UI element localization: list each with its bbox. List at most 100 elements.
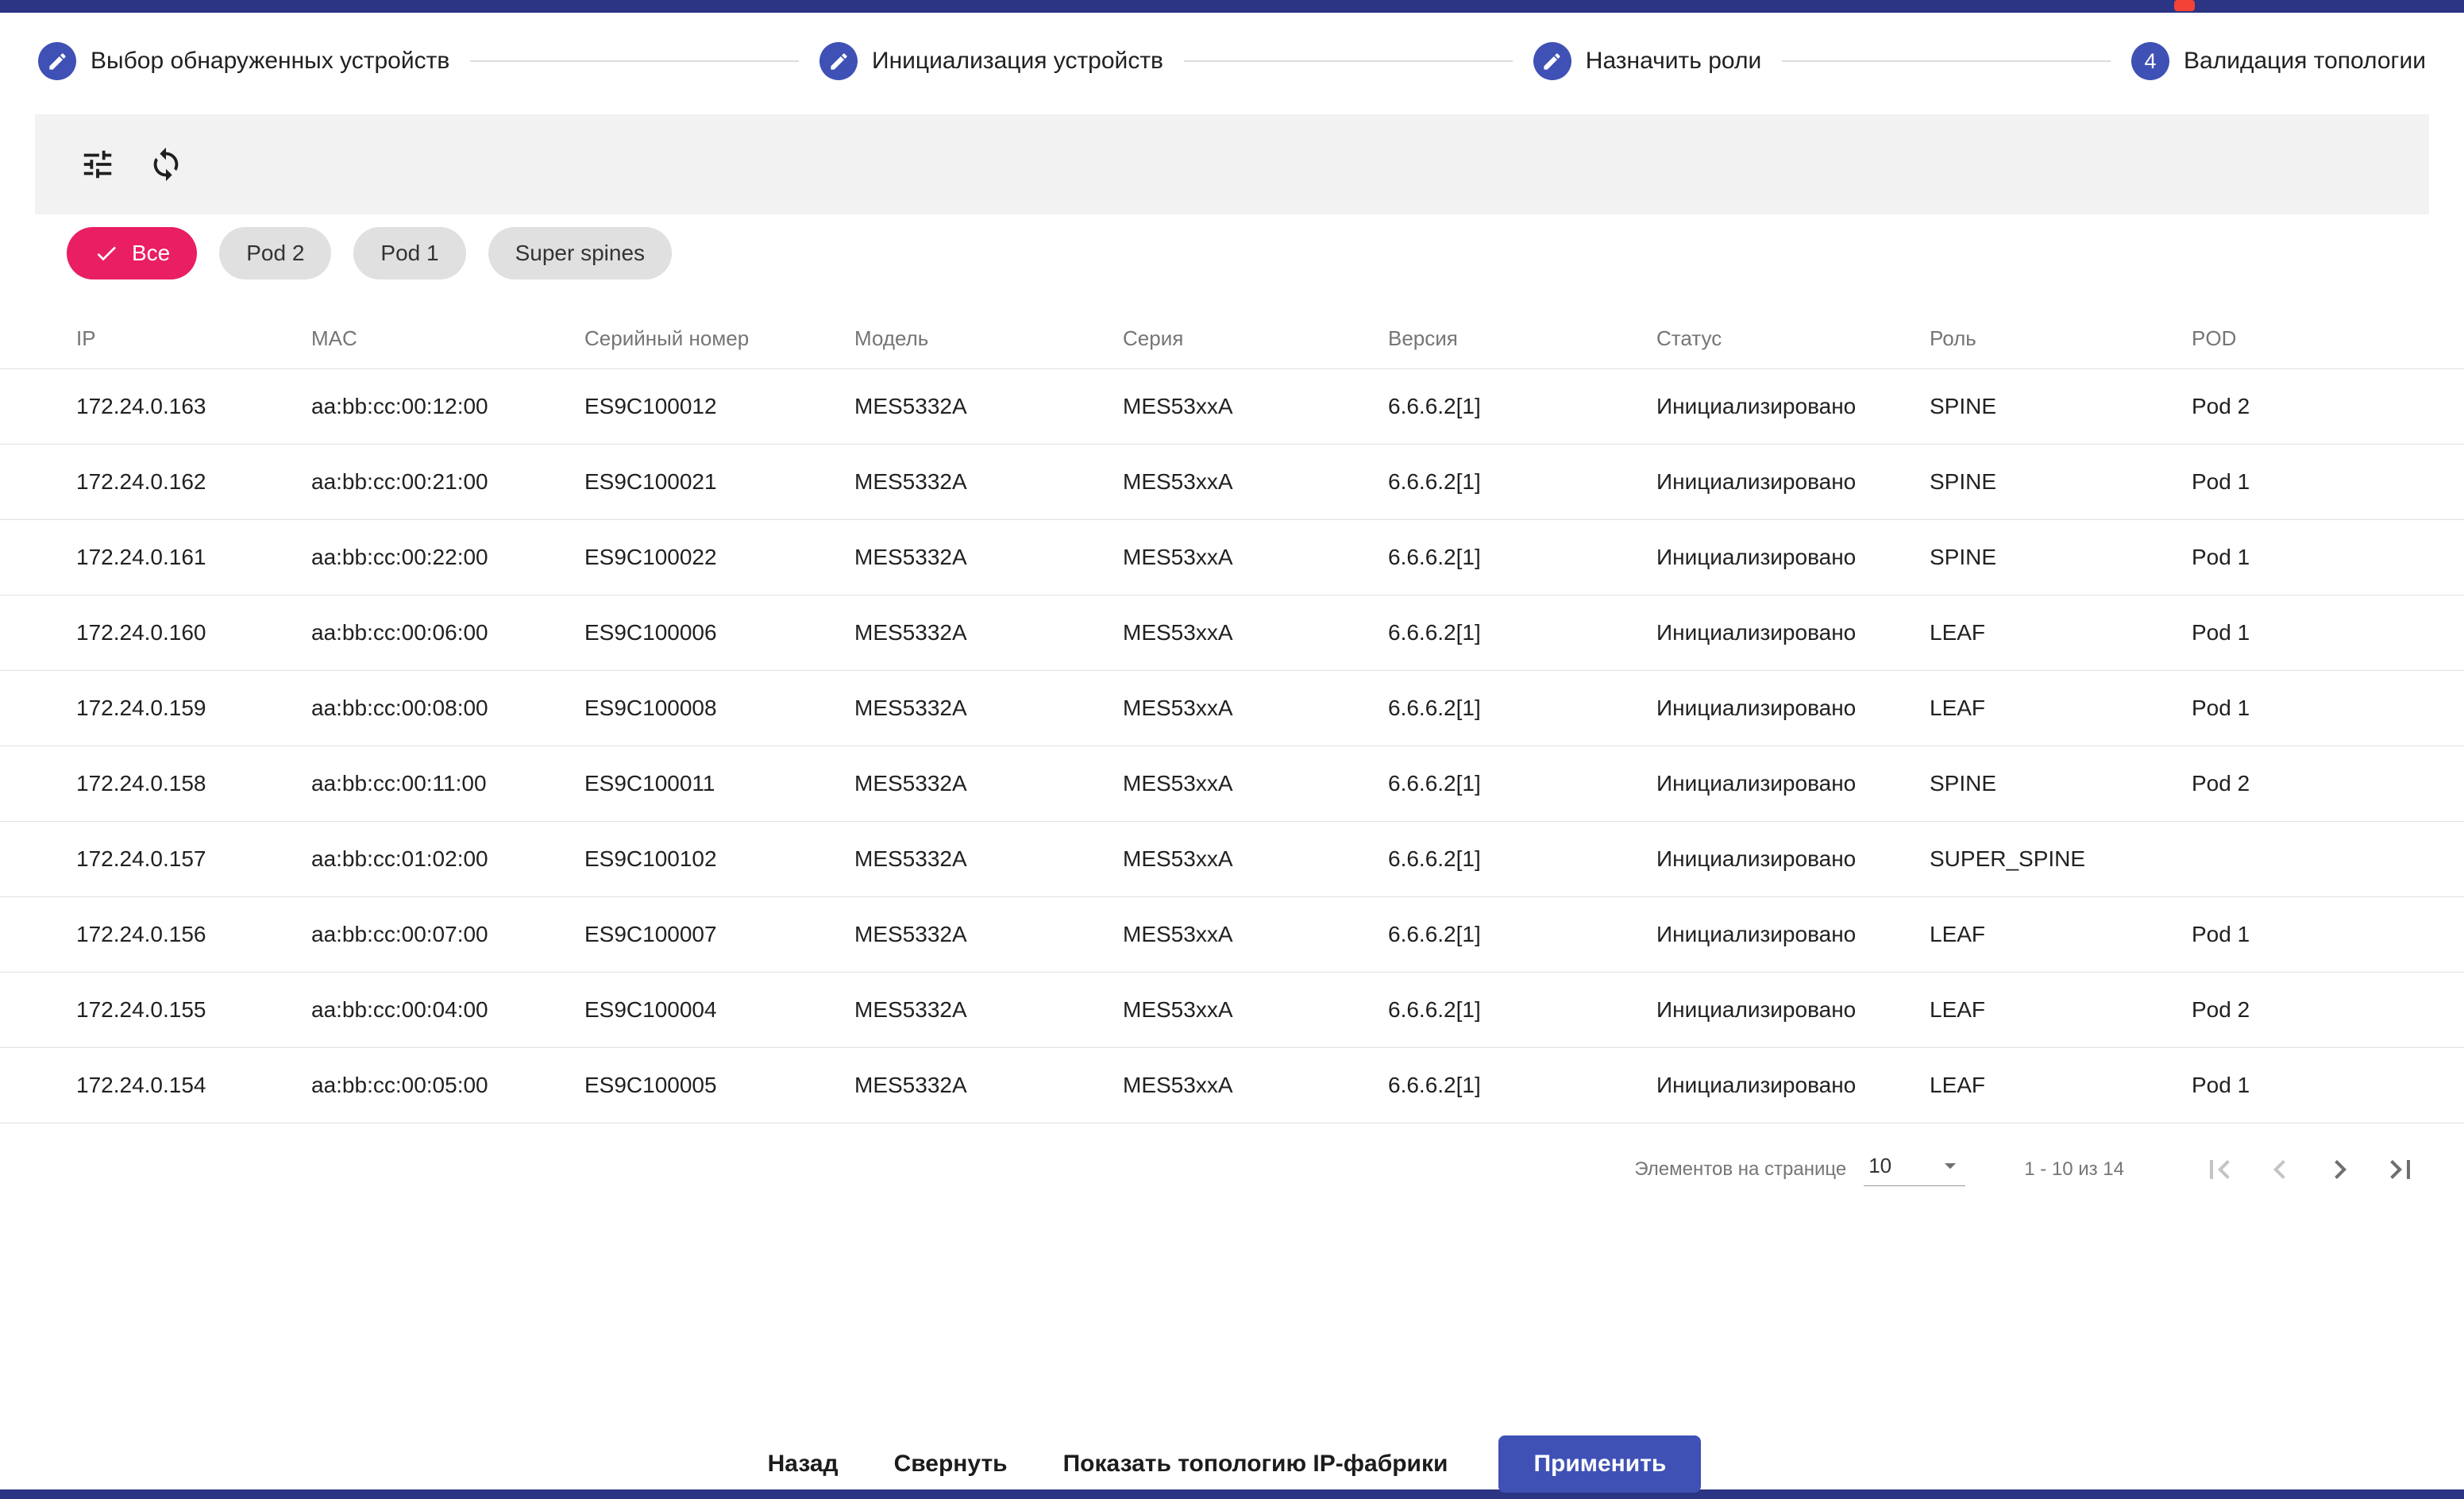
table-cell: Инициализировано <box>1656 896 1930 972</box>
table-cell: Pod 1 <box>2192 1047 2464 1123</box>
wizard-actions: Назад Свернуть Показать топологию IP-фаб… <box>0 1435 2464 1493</box>
table-cell: LEAF <box>1930 595 2192 670</box>
table-cell: Pod 1 <box>2192 896 2464 972</box>
items-per-page-value: 10 <box>1868 1154 1891 1178</box>
table-cell: Инициализировано <box>1656 368 1930 444</box>
table-row[interactable]: 172.24.0.159aa:bb:cc:00:08:00ES9C100008M… <box>0 670 2464 746</box>
table-cell: Инициализировано <box>1656 821 1930 896</box>
table-row[interactable]: 172.24.0.157aa:bb:cc:01:02:00ES9C100102M… <box>0 821 2464 896</box>
table-cell: LEAF <box>1930 972 2192 1047</box>
step-number-circle: 4 <box>2131 42 2169 80</box>
stepper-step-1[interactable]: Выбор обнаруженных устройств <box>38 42 449 80</box>
first-page-button <box>2200 1150 2238 1189</box>
table-cell: MES5332A <box>854 896 1123 972</box>
last-page-icon <box>2381 1150 2420 1189</box>
table-cell: MES53xxA <box>1123 595 1388 670</box>
table-cell: ES9C100008 <box>584 670 854 746</box>
previous-page-button <box>2261 1150 2299 1189</box>
table-cell: SUPER_SPINE <box>1930 821 2192 896</box>
table-cell: Pod 1 <box>2192 670 2464 746</box>
paginator: Элементов на странице 10 1 - 10 из 14 <box>0 1150 2464 1189</box>
step-edit-icon <box>38 42 76 80</box>
table-cell: aa:bb:cc:00:07:00 <box>311 896 584 972</box>
table-cell: 172.24.0.160 <box>0 595 311 670</box>
table-row[interactable]: 172.24.0.160aa:bb:cc:00:06:00ES9C100006M… <box>0 595 2464 670</box>
table-cell: MES5332A <box>854 746 1123 821</box>
table-cell: LEAF <box>1930 896 2192 972</box>
table-cell: LEAF <box>1930 1047 2192 1123</box>
table-cell: aa:bb:cc:00:06:00 <box>311 595 584 670</box>
collapse-button[interactable]: Свернуть <box>889 1451 1012 1478</box>
table-row[interactable]: 172.24.0.161aa:bb:cc:00:22:00ES9C100022M… <box>0 519 2464 595</box>
table-cell: ES9C100005 <box>584 1047 854 1123</box>
last-page-button[interactable] <box>2381 1150 2420 1189</box>
devices-table: IPMACСерийный номерМодельСерияВерсияСтат… <box>0 310 2464 1123</box>
table-cell: MES5332A <box>854 595 1123 670</box>
table-cell: ES9C100012 <box>584 368 854 444</box>
table-cell: 6.6.6.2[1] <box>1388 821 1656 896</box>
table-cell: MES53xxA <box>1123 746 1388 821</box>
filter-button[interactable] <box>79 146 116 183</box>
table-cell: MES5332A <box>854 444 1123 519</box>
table-cell: 6.6.6.2[1] <box>1388 595 1656 670</box>
chip-label: Super spines <box>515 241 645 266</box>
apply-button[interactable]: Применить <box>1498 1435 1701 1493</box>
table-row[interactable]: 172.24.0.162aa:bb:cc:00:21:00ES9C100021M… <box>0 444 2464 519</box>
table-cell: 6.6.6.2[1] <box>1388 972 1656 1047</box>
filter-chip-pod-2[interactable]: Pod 2 <box>219 227 331 279</box>
step-label: Инициализация устройств <box>872 48 1163 75</box>
table-cell: Инициализировано <box>1656 1047 1930 1123</box>
table-cell: MES5332A <box>854 1047 1123 1123</box>
filter-chip-все[interactable]: Все <box>67 227 197 279</box>
table-cell: Pod 1 <box>2192 444 2464 519</box>
stepper-step-3[interactable]: Назначить роли <box>1533 42 1761 80</box>
table-cell: Инициализировано <box>1656 595 1930 670</box>
notification-badge <box>2174 0 2195 11</box>
table-cell: 6.6.6.2[1] <box>1388 670 1656 746</box>
step-label: Валидация топологии <box>2184 48 2426 75</box>
table-cell: MES5332A <box>854 670 1123 746</box>
stepper-step-2[interactable]: Инициализация устройств <box>819 42 1163 80</box>
refresh-button[interactable] <box>148 146 184 183</box>
table-cell: Инициализировано <box>1656 670 1930 746</box>
stepper-step-4[interactable]: 4 Валидация топологии <box>2131 42 2426 80</box>
show-topology-button[interactable]: Показать топологию IP-фабрики <box>1058 1451 1453 1478</box>
table-row[interactable]: 172.24.0.155aa:bb:cc:00:04:00ES9C100004M… <box>0 972 2464 1047</box>
step-label: Выбор обнаруженных устройств <box>91 48 449 75</box>
table-cell: Pod 2 <box>2192 368 2464 444</box>
column-header: Версия <box>1388 310 1656 368</box>
paginator-nav <box>2200 1150 2420 1189</box>
column-header: IP <box>0 310 311 368</box>
chevron-right-icon <box>2321 1150 2359 1189</box>
check-icon <box>94 241 119 266</box>
table-row[interactable]: 172.24.0.158aa:bb:cc:00:11:00ES9C100011M… <box>0 746 2464 821</box>
table-cell: aa:bb:cc:00:22:00 <box>311 519 584 595</box>
next-page-button[interactable] <box>2321 1150 2359 1189</box>
table-cell: SPINE <box>1930 444 2192 519</box>
filter-chip-super-spines[interactable]: Super spines <box>488 227 672 279</box>
table-row[interactable]: 172.24.0.154aa:bb:cc:00:05:00ES9C100005M… <box>0 1047 2464 1123</box>
table-cell: MES5332A <box>854 368 1123 444</box>
items-per-page-select[interactable]: 10 <box>1864 1152 1965 1186</box>
table-row[interactable]: 172.24.0.156aa:bb:cc:00:07:00ES9C100007M… <box>0 896 2464 972</box>
column-header: Статус <box>1656 310 1930 368</box>
table-row[interactable]: 172.24.0.163aa:bb:cc:00:12:00ES9C100012M… <box>0 368 2464 444</box>
table-cell: 172.24.0.161 <box>0 519 311 595</box>
page-range-label: 1 - 10 из 14 <box>2024 1158 2124 1181</box>
table-cell: MES53xxA <box>1123 670 1388 746</box>
table-cell: 6.6.6.2[1] <box>1388 519 1656 595</box>
filter-chip-pod-1[interactable]: Pod 1 <box>353 227 465 279</box>
table-cell: ES9C100004 <box>584 972 854 1047</box>
column-header: Серия <box>1123 310 1388 368</box>
table-cell: aa:bb:cc:00:12:00 <box>311 368 584 444</box>
table-cell: Инициализировано <box>1656 746 1930 821</box>
column-header: MAC <box>311 310 584 368</box>
chip-label: Pod 1 <box>380 241 438 266</box>
table-cell: SPINE <box>1930 519 2192 595</box>
table-cell: Инициализировано <box>1656 444 1930 519</box>
table-cell: 6.6.6.2[1] <box>1388 368 1656 444</box>
back-button[interactable]: Назад <box>763 1451 843 1478</box>
table-cell: aa:bb:cc:00:08:00 <box>311 670 584 746</box>
table-cell: 172.24.0.154 <box>0 1047 311 1123</box>
first-page-icon <box>2200 1150 2238 1189</box>
